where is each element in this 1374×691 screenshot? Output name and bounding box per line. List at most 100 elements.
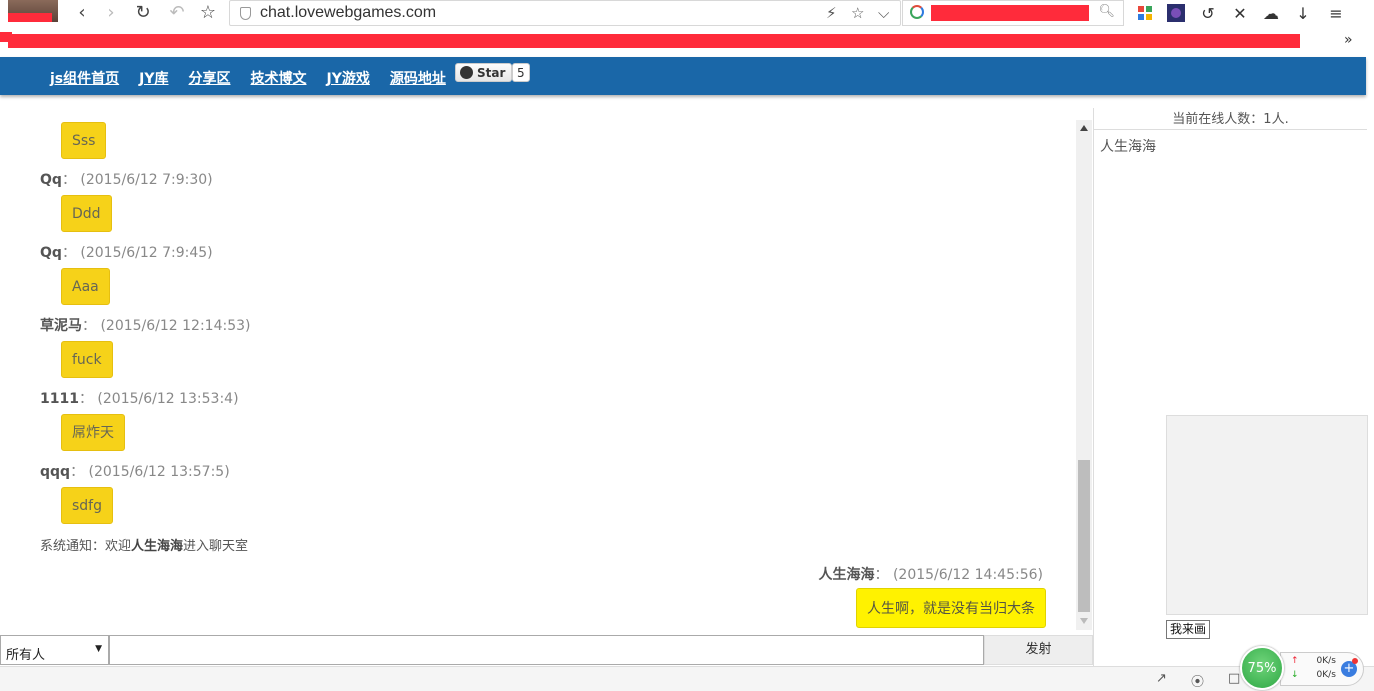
scroll-down-icon[interactable] — [1080, 618, 1088, 624]
nav-link-jy-games[interactable]: JY游戏 — [327, 68, 370, 88]
upload-value: 0K/s — [1316, 656, 1336, 666]
search-icon[interactable]: 🔍︎ — [1098, 4, 1115, 19]
forward-icon[interactable]: › — [100, 1, 122, 23]
system-user: 人生海海 — [131, 539, 184, 554]
online-users-panel: 当前在线人数：1人. 人生海海 我来画 — [1093, 108, 1374, 668]
message-input[interactable] — [109, 635, 984, 665]
message-sep: ： — [82, 318, 96, 334]
notification-dot — [1352, 658, 1358, 664]
scroll-thumb[interactable] — [1078, 460, 1090, 612]
browser-toolbar: ‹ › ↻ ↶ ☆ chat.lovewebgames.com ⚡ ☆ ⌵ 🔍︎… — [0, 0, 1374, 28]
message-header: 草泥马： (2015/6/12 12:14:53) — [40, 315, 251, 335]
bookmarks-bar: » — [0, 30, 1374, 52]
redaction — [8, 34, 1300, 48]
site-navbar: js组件首页 JY库 分享区 技术博文 JY游戏 源码地址 Star 5 — [0, 57, 1366, 95]
message-time: (2015/6/12 13:53:4) — [97, 391, 239, 407]
message-nick[interactable]: 草泥马 — [40, 318, 82, 334]
reload-icon[interactable]: ↻ — [132, 1, 154, 23]
message-time: (2015/6/12 7:9:30) — [80, 172, 213, 188]
send-button[interactable]: 发射 — [984, 635, 1093, 665]
trash-icon[interactable]: □ — [1228, 671, 1240, 686]
online-user[interactable]: 人生海海 — [1100, 136, 1156, 156]
message-header: Qq： (2015/6/12 7:9:45) — [40, 242, 213, 262]
system-suffix: 进入聊天室 — [183, 539, 249, 554]
search-engine-icon — [910, 5, 924, 19]
message-sep: ： — [78, 391, 93, 407]
search-input[interactable]: 🔍︎ — [902, 0, 1124, 26]
compass-icon[interactable]: ⦿ — [1191, 671, 1204, 690]
menu-icon[interactable]: ≡ — [1325, 2, 1347, 24]
star-label: Star — [477, 65, 506, 80]
recipient-value: 所有人 — [6, 648, 46, 663]
star-count[interactable]: 5 — [512, 63, 530, 82]
chevron-down-icon[interactable]: ⌵ — [878, 4, 889, 22]
undo-icon[interactable]: ↶ — [166, 1, 188, 23]
message-bubble: Aaa — [61, 268, 110, 305]
nav-link-blog[interactable]: 技术博文 — [251, 68, 307, 88]
favorite-star-icon[interactable]: ☆ — [851, 4, 864, 22]
more-bookmarks-icon[interactable]: » — [1344, 32, 1353, 48]
system-prefix: 系统通知：欢迎 — [40, 539, 132, 554]
nav-link-share[interactable]: 分享区 — [189, 68, 231, 88]
message-sep: ： — [61, 245, 76, 261]
download-arrow-icon: ↓ — [1291, 670, 1299, 680]
back-icon[interactable]: ‹ — [71, 1, 93, 23]
nav-link-source[interactable]: 源码地址 — [390, 68, 446, 88]
github-icon — [460, 66, 473, 79]
speed-panel: ↑ 0K/s ↓ 0K/s + — [1280, 652, 1364, 686]
bookmark-star-icon[interactable]: ☆ — [197, 1, 219, 23]
own-message-header: 人生海海： (2015/6/12 14:45:56) — [819, 564, 1044, 584]
message-header: 1111： (2015/6/12 13:53:4) — [40, 388, 239, 408]
message-bubble: fuck — [61, 341, 113, 378]
message-composer: 所有人 ▼ 发射 — [0, 635, 1093, 665]
draw-button[interactable]: 我来画 — [1166, 620, 1211, 639]
cloud-icon[interactable]: ☁ — [1260, 2, 1282, 24]
download-value: 0K/s — [1316, 670, 1336, 680]
chat-scrollbar[interactable] — [1076, 120, 1092, 630]
redaction — [931, 5, 1089, 21]
extension-icon[interactable] — [1165, 2, 1187, 24]
redaction — [8, 13, 52, 22]
message-bubble: Sss — [61, 122, 107, 159]
chevron-down-icon: ▼ — [95, 644, 102, 654]
message-nick[interactable]: 1111 — [40, 391, 79, 407]
browser-status-bar: ↗ ⦿ □ — [0, 666, 1374, 691]
message-sep: ： — [61, 172, 76, 188]
sync-icon[interactable]: ↺ — [1197, 2, 1219, 24]
nav-link-jy-lib[interactable]: JY库 — [139, 68, 168, 88]
message-nick[interactable]: qqq — [40, 464, 70, 480]
message-sep: ： — [70, 464, 85, 480]
message-sep: ： — [874, 567, 889, 583]
message-time: (2015/6/12 7:9:45) — [80, 245, 213, 261]
pin-icon[interactable]: ↗ — [1156, 671, 1167, 686]
message-time: (2015/6/12 12:14:53) — [100, 318, 251, 334]
nav-link-js-components[interactable]: js组件首页 — [50, 68, 119, 88]
download-icon[interactable]: ↓ — [1292, 2, 1314, 24]
message-bubble: Ddd — [61, 195, 112, 232]
network-speed-widget[interactable]: ↑ 0K/s ↓ 0K/s + 75% — [1240, 646, 1364, 690]
message-nick[interactable]: Qq — [40, 172, 62, 188]
apps-grid-icon[interactable] — [1134, 2, 1156, 24]
message-bubble: sdfg — [61, 487, 113, 524]
system-notice: 系统通知：欢迎人生海海进入聊天室 — [40, 535, 248, 554]
own-message-bubble: 人生啊，就是没有当归大条 — [856, 588, 1046, 628]
eyedropper-icon[interactable]: ✕ — [1229, 2, 1251, 24]
chat-messages: Sss Qq： (2015/6/12 7:9:30) Ddd Qq： (2015… — [0, 110, 1093, 630]
download-speed: ↓ 0K/s — [1291, 670, 1336, 680]
lightning-icon[interactable]: ⚡ — [826, 4, 837, 22]
message-time: (2015/6/12 14:45:56) — [892, 567, 1043, 583]
address-bar[interactable]: chat.lovewebgames.com ⚡ ☆ ⌵ — [229, 0, 901, 26]
message-time: (2015/6/12 13:57:5) — [88, 464, 230, 480]
message-header: Qq： (2015/6/12 7:9:30) — [40, 169, 213, 189]
profile-avatar[interactable] — [8, 0, 58, 22]
memory-percent[interactable]: 75% — [1240, 646, 1284, 690]
message-nick[interactable]: Qq — [40, 245, 62, 261]
message-nick[interactable]: 人生海海 — [819, 567, 875, 583]
recipient-select[interactable]: 所有人 ▼ — [0, 635, 109, 665]
url-text: chat.lovewebgames.com — [260, 4, 437, 21]
message-bubble: 屌炸天 — [61, 414, 125, 451]
scroll-up-icon[interactable] — [1080, 125, 1088, 131]
github-star-button[interactable]: Star — [455, 63, 513, 82]
nav-links: js组件首页 JY库 分享区 技术博文 JY游戏 源码地址 — [50, 68, 466, 88]
drawing-canvas[interactable] — [1166, 415, 1368, 615]
